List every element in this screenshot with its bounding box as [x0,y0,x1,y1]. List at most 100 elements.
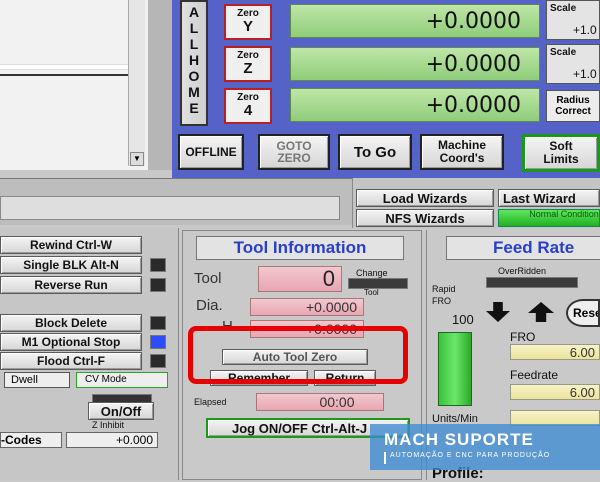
fro-label: FRO [510,330,536,344]
dia-field[interactable]: +0.0000 [250,298,364,316]
normal-condition-label: Normal Condition [529,209,599,219]
tool-information-title-text: Tool Information [233,238,367,257]
soft-limits-label: Soft Limits [543,139,579,166]
reverse-run-button[interactable]: Reverse Run [0,276,142,294]
flood-led [150,354,166,368]
vertical-scrollbar[interactable]: ▼ [128,0,145,166]
rewind-button[interactable]: Rewind Ctrl-W [0,236,142,254]
offline-button[interactable]: OFFLINE [178,134,244,170]
fro-value: 6.00 [569,344,595,360]
single-blk-label: Single BLK Alt-N [23,258,119,272]
feed-rate-title: Feed Rate [446,236,600,260]
last-wizard-label: Last Wizard [503,190,576,206]
feed-reset-label: Rese [573,306,600,320]
dwell-label: Dwell [11,374,38,386]
feedrate-value: 6.00 [569,384,595,400]
block-delete-button[interactable]: Block Delete [0,314,142,332]
m1-optional-stop-button[interactable]: M1 Optional Stop [0,333,142,351]
watermark: MACH SUPORTE AUTOMAÇÃO E CNC PARA PRODUÇ… [370,424,600,470]
last-wizard-button[interactable]: Last Wizard [498,189,600,207]
all-home-button[interactable]: A L L H O M E [180,0,208,126]
zero-4-axis: 4 [243,102,253,119]
watermark-divider [384,452,386,464]
on-off-label: On/Off [100,403,142,419]
toolpath-window[interactable] [0,0,149,170]
rapid-fro-value: 100 [452,312,474,327]
elapsed-field: 00:00 [256,393,384,411]
dro-z-value[interactable]: +0.0000 [290,47,540,81]
jog-on-off-label: Jog ON/OFF Ctrl-Alt-J [232,420,368,436]
z-inhibit-value[interactable]: +0.000 [66,432,158,448]
feedrate-field[interactable]: 6.00 [510,384,600,400]
scale-y-value[interactable]: +1.0 [573,23,597,37]
all-home-letter: O [188,68,200,84]
scale-y-box: Scale +1.0 [546,0,600,40]
on-off-button[interactable]: On/Off [88,402,154,420]
block-delete-led [150,316,166,330]
zero-4-button[interactable]: Zero 4 [224,88,272,124]
elapsed-label: Elapsed [194,397,227,407]
load-wizards-label: Load Wizards [382,190,468,206]
z-inhibit-value-text: +0.000 [115,433,153,447]
toolpath-dark-line [0,74,128,76]
soft-limits-button[interactable]: Soft Limits [522,134,600,172]
tool-small-label: Tool [364,288,379,297]
all-home-letter: A [188,4,200,20]
m1-optional-stop-label: M1 Optional Stop [21,335,121,349]
all-home-letter: E [189,100,199,116]
watermark-subtitle: AUTOMAÇÃO E CNC PARA PRODUÇÃO [390,452,551,459]
all-home-letter: H [188,52,200,68]
offline-label: OFFLINE [185,145,237,159]
cv-mode-label: CV Mode [85,374,127,385]
all-home-letter: M [188,84,200,100]
machine-coords-button[interactable]: Machine Coord's [420,134,504,170]
scale-z-box: Scale +1.0 [546,44,600,84]
goto-zero-label: GOTO ZERO [276,139,312,165]
fro-field[interactable]: 6.00 [510,344,600,360]
flood-label: Flood Ctrl-F [37,354,105,368]
radius-correct-label: Radius Correct [555,95,591,117]
tool-label: Tool [194,270,222,287]
zero-y-button[interactable]: Zero Y [224,4,272,40]
scale-z-label: Scale [550,47,577,58]
scale-z-value[interactable]: +1.0 [573,67,597,81]
nfs-wizards-label: NFS Wizards [385,210,465,226]
reverse-run-led [150,278,166,292]
m1-optional-stop-led [150,335,166,349]
tool-number-value: 0 [322,266,335,291]
goto-zero-button[interactable]: GOTO ZERO [258,134,330,170]
all-home-letter: L [189,20,199,36]
rewind-label: Rewind Ctrl-W [30,238,112,252]
normal-condition-indicator: Normal Condition [498,209,600,227]
to-go-button[interactable]: To Go [338,134,412,170]
toolpath-line [0,64,128,70]
change-label: Change [356,268,388,278]
feed-reset-button[interactable]: Rese [566,299,600,327]
overridden-label: OverRidden [498,266,547,276]
nfs-wizards-button[interactable]: NFS Wizards [356,209,494,227]
feedrate-label: Feedrate [510,368,559,382]
watermark-title: MACH SUPORTE [384,430,534,449]
radius-correct-button[interactable]: Radius Correct [546,90,600,122]
tool-number-field[interactable]: 0 [258,266,342,292]
rapid-fro-label: Rapid FRO [432,284,456,306]
zero-z-button[interactable]: Zero Z [224,46,272,82]
dia-label: Dia. [196,297,223,314]
dia-value: +0.0000 [306,299,357,315]
dro-y-value[interactable]: +0.0000 [290,4,540,38]
status-line[interactable] [0,196,340,220]
scroll-down-arrow-icon[interactable]: ▼ [130,152,144,166]
z-inhibit-label: Z Inhibit [92,420,125,430]
load-wizards-button[interactable]: Load Wizards [356,189,494,207]
tool-information-title: Tool Information [196,236,404,260]
scale-y-label: Scale [550,3,577,14]
toolpath-bottom-bar [148,0,173,170]
dro-4-value[interactable]: +0.0000 [290,88,540,122]
single-blk-button[interactable]: Single BLK Alt-N [0,256,142,274]
flood-button[interactable]: Flood Ctrl-F [0,352,142,370]
rapid-fro-slider[interactable] [438,332,472,406]
codes-box[interactable]: -Codes [0,432,62,448]
single-blk-led [150,258,166,272]
to-go-label: To Go [353,143,397,161]
machine-coords-label: Machine Coord's [437,138,486,165]
